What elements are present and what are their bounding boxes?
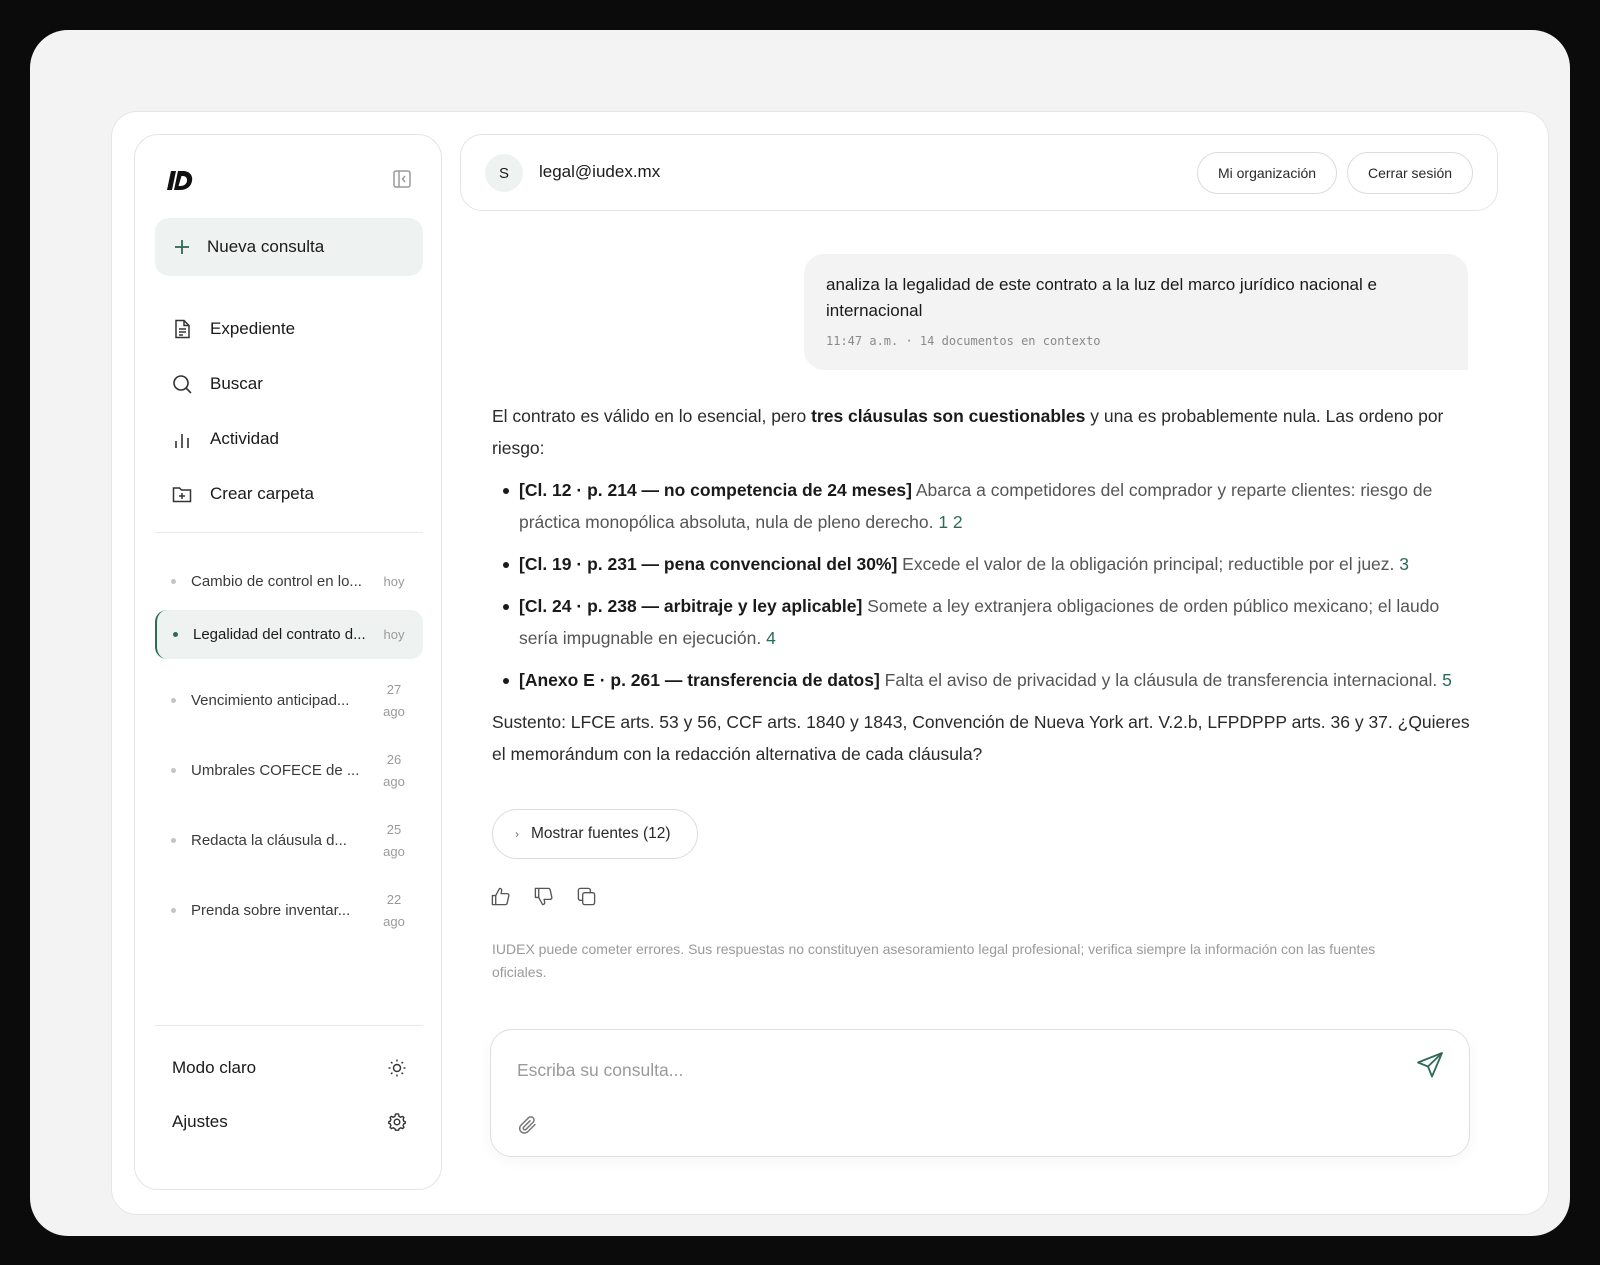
composer (490, 1029, 1470, 1157)
user-message-meta: 11:47 a.m. · 14 documentos en contexto (826, 334, 1101, 348)
history-date: 26 ago (383, 751, 405, 789)
avatar[interactable]: S (485, 154, 523, 192)
clause-heading: [Anexo E · p. 261 — transferencia de dat… (519, 670, 880, 690)
disclaimer-text: IUDEX puede cometer errores. Sus respues… (492, 941, 1376, 980)
citation-link[interactable]: 1 2 (938, 512, 962, 532)
history-date: hoy (383, 573, 405, 589)
logout-button[interactable]: Cerrar sesión (1347, 152, 1473, 194)
history-title: Redacta la cláusula d... (191, 832, 347, 849)
history-date: 25 ago (383, 821, 405, 859)
theme-toggle[interactable]: Modo claro (155, 1043, 423, 1093)
answer-list-item: [Anexo E · p. 261 — transferencia de dat… (492, 664, 1472, 696)
copy-icon[interactable] (576, 886, 597, 907)
answer-list-item: [Cl. 19 · p. 231 — pena convencional del… (492, 548, 1472, 580)
history-item[interactable]: Prenda sobre inventar... 22 ago (155, 882, 423, 939)
answer-intro-bold: tres cláusulas son cuestionables (811, 406, 1086, 426)
user-message-bubble: analiza la legalidad de este contrato a … (804, 254, 1468, 370)
sidebar-item-actividad[interactable]: Actividad (155, 411, 423, 466)
history-title: Umbrales COFECE de ... (191, 762, 360, 779)
search-icon (173, 374, 192, 394)
clause-heading: [Cl. 19 · p. 231 — pena convencional del… (519, 554, 898, 574)
message-actions (490, 886, 597, 907)
answer-list-item: [Cl. 12 · p. 214 — no competencia de 24 … (492, 474, 1472, 538)
sidebar-item-buscar[interactable]: Buscar (155, 356, 423, 411)
citation-link[interactable]: 5 (1442, 670, 1452, 690)
send-icon[interactable] (1415, 1050, 1445, 1080)
history-date: 22 ago (383, 891, 405, 929)
device-frame: Nueva consulta Expediente Buscar Activid… (30, 30, 1570, 1236)
gear-icon (388, 1113, 406, 1131)
query-input[interactable] (517, 1054, 1377, 1086)
history-item[interactable]: Umbrales COFECE de ... 26 ago (155, 742, 423, 799)
answer-intro: El contrato es válido en lo esencial, pe… (492, 400, 1472, 464)
sidebar-item-crear-carpeta[interactable]: Crear carpeta (155, 466, 423, 521)
user-message-text: analiza la legalidad de este contrato a … (826, 275, 1377, 320)
history-title: Legalidad del contrato d... (193, 626, 366, 643)
answer-list-item: [Cl. 24 · p. 238 — arbitraje y ley aplic… (492, 590, 1472, 654)
sidebar-collapse-icon[interactable] (391, 168, 413, 190)
history-item[interactable]: Redacta la cláusula d... 25 ago (155, 812, 423, 869)
settings-label: Ajustes (172, 1112, 228, 1131)
clause-heading: [Cl. 12 · p. 214 — no competencia de 24 … (519, 480, 912, 500)
thumbs-up-icon[interactable] (490, 886, 511, 907)
history-dot (171, 908, 176, 913)
sidebar-nav: Expediente Buscar Actividad Crear carpet… (155, 301, 423, 521)
answer-closing: Sustento: LFCE arts. 53 y 56, CCF arts. … (492, 712, 1470, 764)
theme-toggle-label: Modo claro (172, 1058, 257, 1077)
answer-list: [Cl. 12 · p. 214 — no competencia de 24 … (492, 474, 1472, 696)
chevron-right-icon: › (515, 827, 519, 841)
history-item[interactable]: Cambio de control en lo... hoy (155, 559, 423, 604)
show-sources-label: Mostrar fuentes (12) (531, 825, 671, 842)
settings-button[interactable]: Ajustes (155, 1097, 423, 1147)
folder-plus-icon (172, 486, 192, 502)
new-query-label: Nueva consulta (207, 237, 325, 256)
sidebar-item-label: Buscar (210, 373, 263, 393)
logo-icon (167, 171, 193, 190)
history-date: 27 ago (383, 681, 405, 719)
user-email: legal@iudex.mx (539, 162, 661, 181)
sidebar-divider (155, 1025, 423, 1026)
show-sources-button[interactable]: › Mostrar fuentes (12) (492, 809, 698, 859)
sidebar: Nueva consulta Expediente Buscar Activid… (134, 134, 442, 1190)
clause-text: Falta el aviso de privacidad y la cláusu… (879, 670, 1438, 690)
clause-text: Excede el valor de la obligación princip… (897, 554, 1395, 574)
bar-chart-icon (175, 433, 189, 448)
history-title: Cambio de control en lo... (191, 573, 362, 590)
history-dot (173, 632, 178, 637)
app-window: Nueva consulta Expediente Buscar Activid… (111, 111, 1549, 1215)
assistant-answer: El contrato es válido en lo esencial, pe… (492, 400, 1472, 780)
thumbs-down-icon[interactable] (533, 886, 554, 907)
citation-link[interactable]: 3 (1399, 554, 1409, 574)
history-dot (171, 838, 176, 843)
history-item-active[interactable]: Legalidad del contrato d... hoy (155, 610, 423, 659)
history-list: Cambio de control en lo... hoy Legalidad… (155, 559, 423, 939)
paperclip-icon[interactable] (517, 1114, 539, 1136)
history-item[interactable]: Vencimiento anticipad... 27 ago (155, 672, 423, 729)
my-organization-button[interactable]: Mi organización (1197, 152, 1337, 194)
citation-link[interactable]: 4 (766, 628, 776, 648)
history-dot (171, 698, 176, 703)
answer-intro-text: El contrato es válido en lo esencial, pe… (492, 406, 812, 426)
sidebar-item-label: Crear carpeta (210, 483, 314, 503)
history-title: Vencimiento anticipad... (191, 692, 350, 709)
plus-icon (175, 240, 189, 254)
clause-heading: [Cl. 24 · p. 238 — arbitraje y ley aplic… (519, 596, 863, 616)
new-query-button[interactable]: Nueva consulta (155, 218, 423, 276)
history-dot (171, 768, 176, 773)
top-header: S legal@iudex.mx Mi organización Cerrar … (460, 134, 1498, 211)
document-icon (175, 319, 190, 338)
sidebar-divider (155, 532, 423, 533)
sidebar-item-label: Actividad (210, 428, 279, 448)
history-date: hoy (383, 626, 405, 642)
sun-icon (388, 1059, 406, 1077)
history-dot (171, 579, 176, 584)
sidebar-item-expediente[interactable]: Expediente (155, 301, 423, 356)
sidebar-item-label: Expediente (210, 318, 296, 338)
history-title: Prenda sobre inventar... (191, 902, 351, 919)
